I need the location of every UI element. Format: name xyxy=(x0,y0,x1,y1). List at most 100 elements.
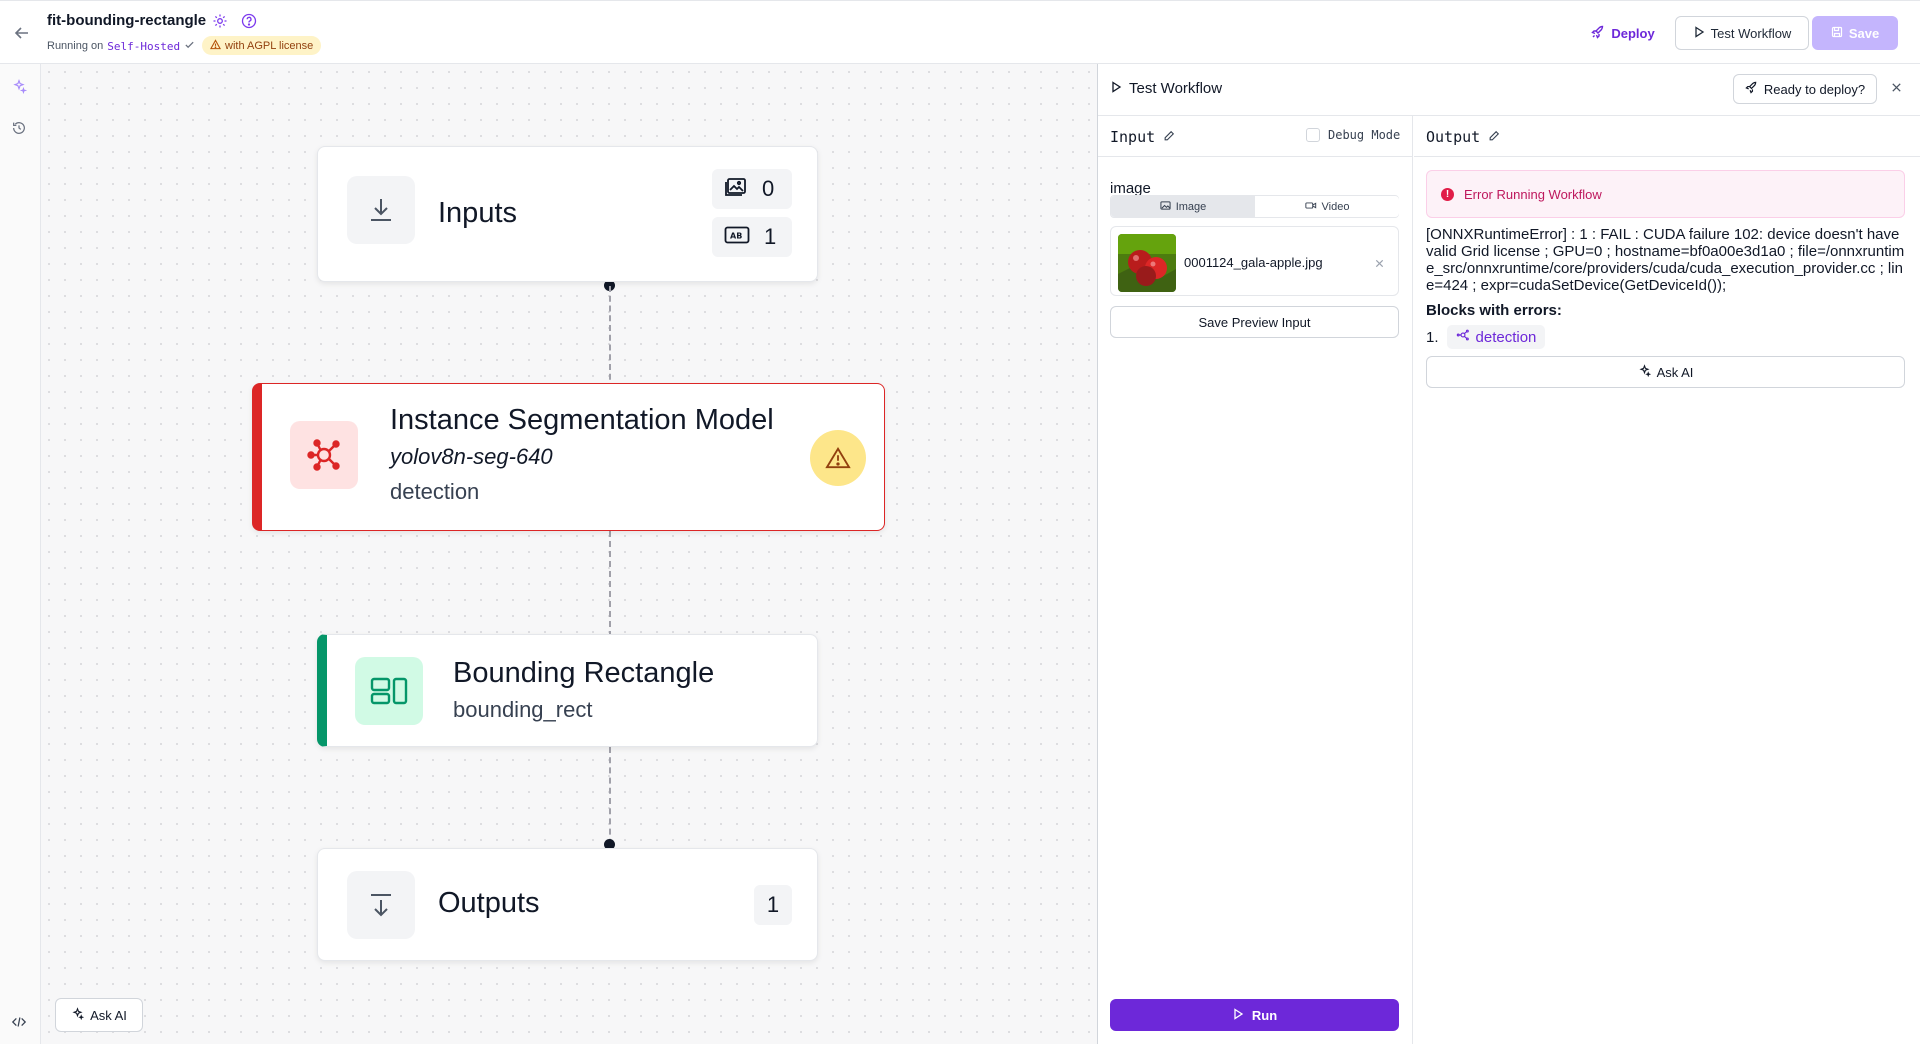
check-icon xyxy=(184,39,195,53)
file-name: 0001124_gala-apple.jpg xyxy=(1184,255,1323,270)
run-label: Run xyxy=(1251,1007,1278,1023)
input-column-header: Input Debug Mode xyxy=(1098,116,1412,157)
inputs-node-title: Inputs xyxy=(438,197,517,229)
workflow-canvas[interactable]: Inputs 0 AB 1 Instance Segmentation Mode… xyxy=(41,64,1097,1044)
error-block-name: detection xyxy=(1475,328,1537,346)
output-header: Output xyxy=(1426,128,1500,146)
video-camera-icon xyxy=(1304,200,1317,214)
debug-mode-checkbox[interactable] xyxy=(1306,128,1320,142)
model-block-name: detection xyxy=(390,479,480,504)
edit-pencil-icon[interactable] xyxy=(1488,128,1500,146)
input-header-label: Input xyxy=(1110,128,1156,146)
save-disk-icon xyxy=(1831,26,1843,41)
outputs-node-title: Outputs xyxy=(438,887,540,919)
warning-triangle-icon xyxy=(209,38,222,53)
edit-pencil-icon[interactable] xyxy=(1163,128,1175,146)
ready-to-deploy-button[interactable]: Ready to deploy? xyxy=(1733,74,1877,104)
selected-file-card: 0001124_gala-apple.jpg xyxy=(1110,226,1399,296)
deploy-button[interactable]: Deploy xyxy=(1582,16,1664,50)
text-param-icon: AB xyxy=(724,224,750,250)
panel-title: Test Workflow xyxy=(1110,80,1222,97)
workflow-title: fit-bounding-rectangle xyxy=(47,12,207,29)
bounding-node-title: Bounding Rectangle xyxy=(453,657,715,689)
test-workflow-button[interactable]: Test Workflow xyxy=(1675,16,1809,50)
model-node[interactable]: Instance Segmentation Model yolov8n-seg-… xyxy=(252,383,885,531)
sparkles-icon xyxy=(71,1007,85,1023)
input-header: Input xyxy=(1110,128,1175,146)
license-badge-text: with AGPL license xyxy=(225,39,314,52)
help-circle-icon[interactable] xyxy=(241,13,257,29)
download-icon xyxy=(347,176,415,244)
debug-mode-label: Debug Mode xyxy=(1328,128,1401,142)
save-button[interactable]: Save xyxy=(1812,16,1898,50)
running-status: Running on Self-Hosted xyxy=(47,39,195,53)
tab-video[interactable]: Video xyxy=(1255,196,1399,217)
output-column-header: Output xyxy=(1414,116,1920,157)
error-block-index: 1. xyxy=(1426,328,1439,346)
svg-text:AB: AB xyxy=(730,232,742,241)
canvas-ask-ai-label: Ask AI xyxy=(90,1007,127,1023)
tab-video-label: Video xyxy=(1321,200,1350,213)
play-icon xyxy=(1232,1007,1244,1023)
outputs-node[interactable]: Outputs 1 xyxy=(317,848,818,961)
close-panel-icon[interactable] xyxy=(1890,81,1906,97)
deploy-label: Deploy xyxy=(1611,25,1655,41)
running-on-label: Running on xyxy=(47,40,104,52)
test-workflow-panel: Test Workflow Ready to deploy? Input Deb… xyxy=(1097,64,1920,1044)
bounding-rect-node[interactable]: Bounding Rectangle bounding_rect xyxy=(317,634,818,747)
panel-header: Test Workflow Ready to deploy? xyxy=(1098,64,1920,116)
bounding-block-name: bounding_rect xyxy=(453,697,593,722)
host-link[interactable]: Self-Hosted xyxy=(107,40,180,53)
alert-circle-icon: ! xyxy=(1441,187,1454,201)
outputs-count: 1 xyxy=(754,885,792,925)
tab-image-label: Image xyxy=(1175,200,1207,213)
debug-mode-toggle[interactable]: Debug Mode xyxy=(1306,128,1400,142)
error-block-item: 1. detection xyxy=(1426,325,1546,349)
error-message: [ONNXRuntimeError] : 1 : FAIL : CUDA fai… xyxy=(1426,226,1905,294)
canvas-ask-ai-button[interactable]: Ask AI xyxy=(55,998,143,1032)
back-arrow-icon[interactable] xyxy=(12,23,32,43)
license-badge[interactable]: with AGPL license xyxy=(202,36,322,55)
code-icon[interactable] xyxy=(11,1014,29,1032)
sparkles-icon[interactable] xyxy=(11,78,29,96)
image-input-count: 0 xyxy=(712,169,792,209)
play-icon xyxy=(1693,25,1705,41)
panel-title-text: Test Workflow xyxy=(1129,80,1223,97)
parameter-input-count: AB 1 xyxy=(712,217,792,257)
output-ask-ai-label: Ask AI xyxy=(1656,364,1694,380)
save-label: Save xyxy=(1848,25,1880,41)
run-button[interactable]: Run xyxy=(1110,999,1399,1031)
model-node-title: Instance Segmentation Model xyxy=(390,404,774,436)
apple-thumbnail xyxy=(1118,234,1176,292)
inputs-node[interactable]: Inputs 0 AB 1 xyxy=(317,146,818,282)
tab-image[interactable]: Image xyxy=(1111,196,1255,217)
ready-to-deploy-label: Ready to deploy? xyxy=(1763,81,1866,97)
save-preview-input-button[interactable]: Save Preview Input xyxy=(1110,306,1399,338)
settings-gear-icon[interactable] xyxy=(212,13,228,29)
rocket-icon xyxy=(1591,25,1605,42)
sparkles-icon xyxy=(1638,364,1651,380)
warning-icon[interactable] xyxy=(810,430,866,486)
rocket-icon xyxy=(1745,81,1758,97)
left-rail xyxy=(0,64,41,1044)
model-network-icon xyxy=(290,421,358,489)
output-arrow-icon xyxy=(347,871,415,939)
play-icon xyxy=(1110,80,1122,97)
error-alert: ! Error Running Workflow xyxy=(1426,170,1905,218)
history-icon[interactable] xyxy=(11,120,29,138)
model-network-icon xyxy=(1456,328,1470,346)
output-header-label: Output xyxy=(1426,128,1481,146)
media-type-switch: Image Video xyxy=(1110,195,1399,218)
remove-file-icon[interactable] xyxy=(1374,256,1386,268)
top-header: fit-bounding-rectangle Running on Self-H… xyxy=(0,0,1920,64)
output-column: Output ! Error Running Workflow [ONNXRun… xyxy=(1414,116,1920,1044)
error-block-chip[interactable]: detection xyxy=(1446,325,1546,349)
image-icon xyxy=(724,175,748,203)
blocks-with-errors-label: Blocks with errors: xyxy=(1426,302,1562,319)
model-id: yolov8n-seg-640 xyxy=(390,444,553,469)
output-ask-ai-button[interactable]: Ask AI xyxy=(1426,356,1905,388)
bounding-box-icon xyxy=(355,657,423,725)
image-icon xyxy=(1160,200,1171,214)
image-count-value: 0 xyxy=(762,176,775,201)
param-count-value: 1 xyxy=(764,224,777,249)
